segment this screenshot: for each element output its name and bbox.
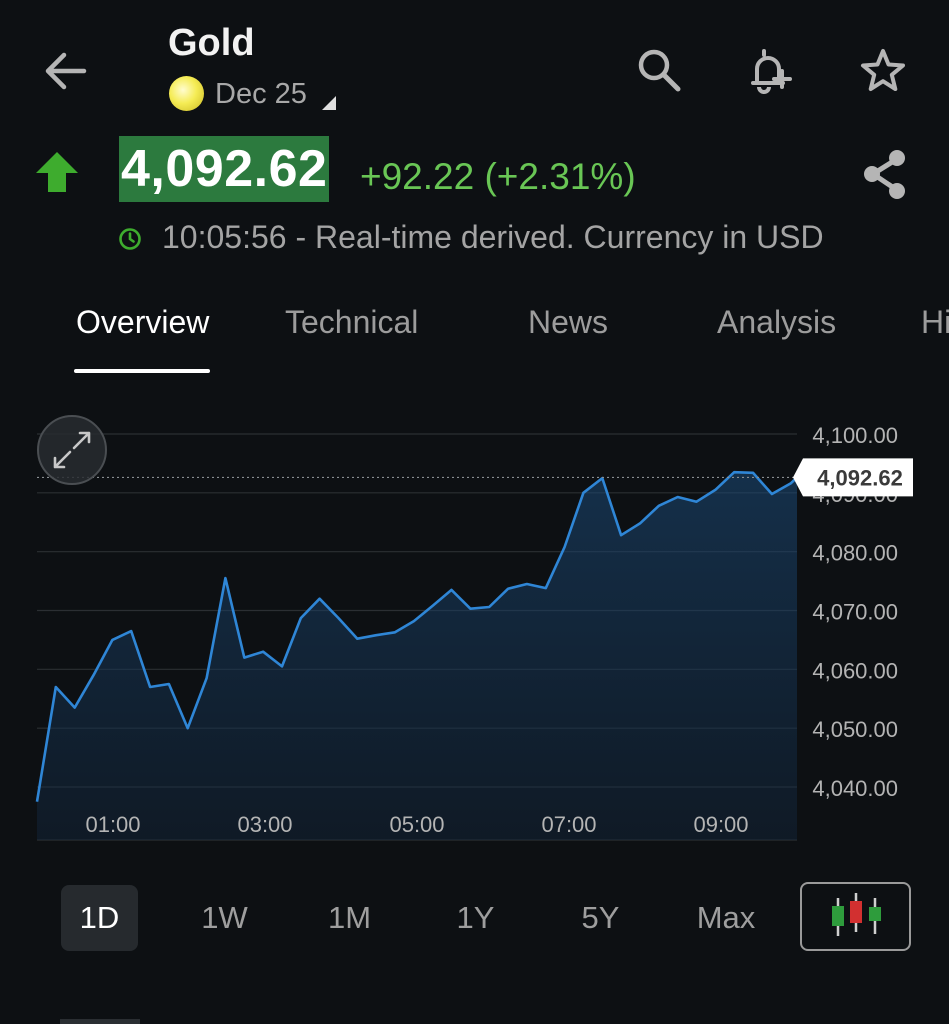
active-tab-indicator xyxy=(74,369,210,373)
tab-historical[interactable]: Hi xyxy=(921,304,949,341)
range-1m-button[interactable]: 1M xyxy=(311,885,388,951)
y-tick-label: 4,080.00 xyxy=(812,541,898,566)
y-tick-label: 4,100.00 xyxy=(812,423,898,448)
share-icon xyxy=(864,150,905,199)
up-arrow-icon xyxy=(36,152,78,192)
tab-analysis[interactable]: Analysis xyxy=(717,304,836,341)
range-1y-button[interactable]: 1Y xyxy=(437,885,514,951)
search-button[interactable] xyxy=(634,45,684,95)
contract-month[interactable]: Dec 25 xyxy=(215,78,307,111)
bell-plus-icon xyxy=(751,49,792,94)
x-tick-label: 07:00 xyxy=(541,812,596,837)
dropdown-triangle-icon[interactable] xyxy=(322,96,336,110)
instrument-title: Gold xyxy=(168,22,255,64)
x-tick-label: 03:00 xyxy=(237,812,292,837)
search-icon xyxy=(638,49,681,92)
candlestick-icon xyxy=(832,893,881,936)
y-tick-label: 4,050.00 xyxy=(812,717,898,742)
range-max-button[interactable]: Max xyxy=(680,885,772,951)
expand-icon xyxy=(53,431,91,469)
x-tick-label: 01:00 xyxy=(85,812,140,837)
x-tick-label: 09:00 xyxy=(693,812,748,837)
range-1w-button[interactable]: 1W xyxy=(186,885,263,951)
tab-overview[interactable]: Overview xyxy=(76,304,209,341)
y-tick-label: 4,070.00 xyxy=(812,600,898,625)
tab-news[interactable]: News xyxy=(528,304,608,341)
x-tick-label: 05:00 xyxy=(389,812,444,837)
back-button[interactable] xyxy=(40,48,90,94)
tab-technical[interactable]: Technical xyxy=(285,304,418,341)
price-change: +92.22 (+2.31%) xyxy=(360,156,636,197)
expand-chart-button[interactable] xyxy=(37,415,107,485)
current-price-tag-label: 4,092.62 xyxy=(817,465,903,490)
candlestick-toggle-button[interactable] xyxy=(800,882,911,951)
y-tick-label: 4,060.00 xyxy=(812,658,898,683)
arrow-left-icon xyxy=(45,52,87,90)
clock-icon xyxy=(119,228,141,250)
range-1d-button[interactable]: 1D xyxy=(61,885,138,951)
favorite-button[interactable] xyxy=(858,45,908,95)
add-alert-button[interactable] xyxy=(744,45,794,95)
gold-coin-icon xyxy=(169,76,204,111)
price-area-fill xyxy=(37,472,797,840)
share-button[interactable] xyxy=(858,146,912,204)
y-tick-label: 4,040.00 xyxy=(812,776,898,801)
last-price: 4,092.62 xyxy=(119,136,330,202)
star-icon xyxy=(861,49,905,91)
price-chart[interactable]: 4,100.004,090.004,080.004,070.004,060.00… xyxy=(0,400,949,860)
timestamp-info: 10:05:56 - Real-time derived. Currency i… xyxy=(162,219,824,255)
range-5y-button[interactable]: 5Y xyxy=(562,885,639,951)
bottom-nav-edge xyxy=(60,1019,140,1024)
